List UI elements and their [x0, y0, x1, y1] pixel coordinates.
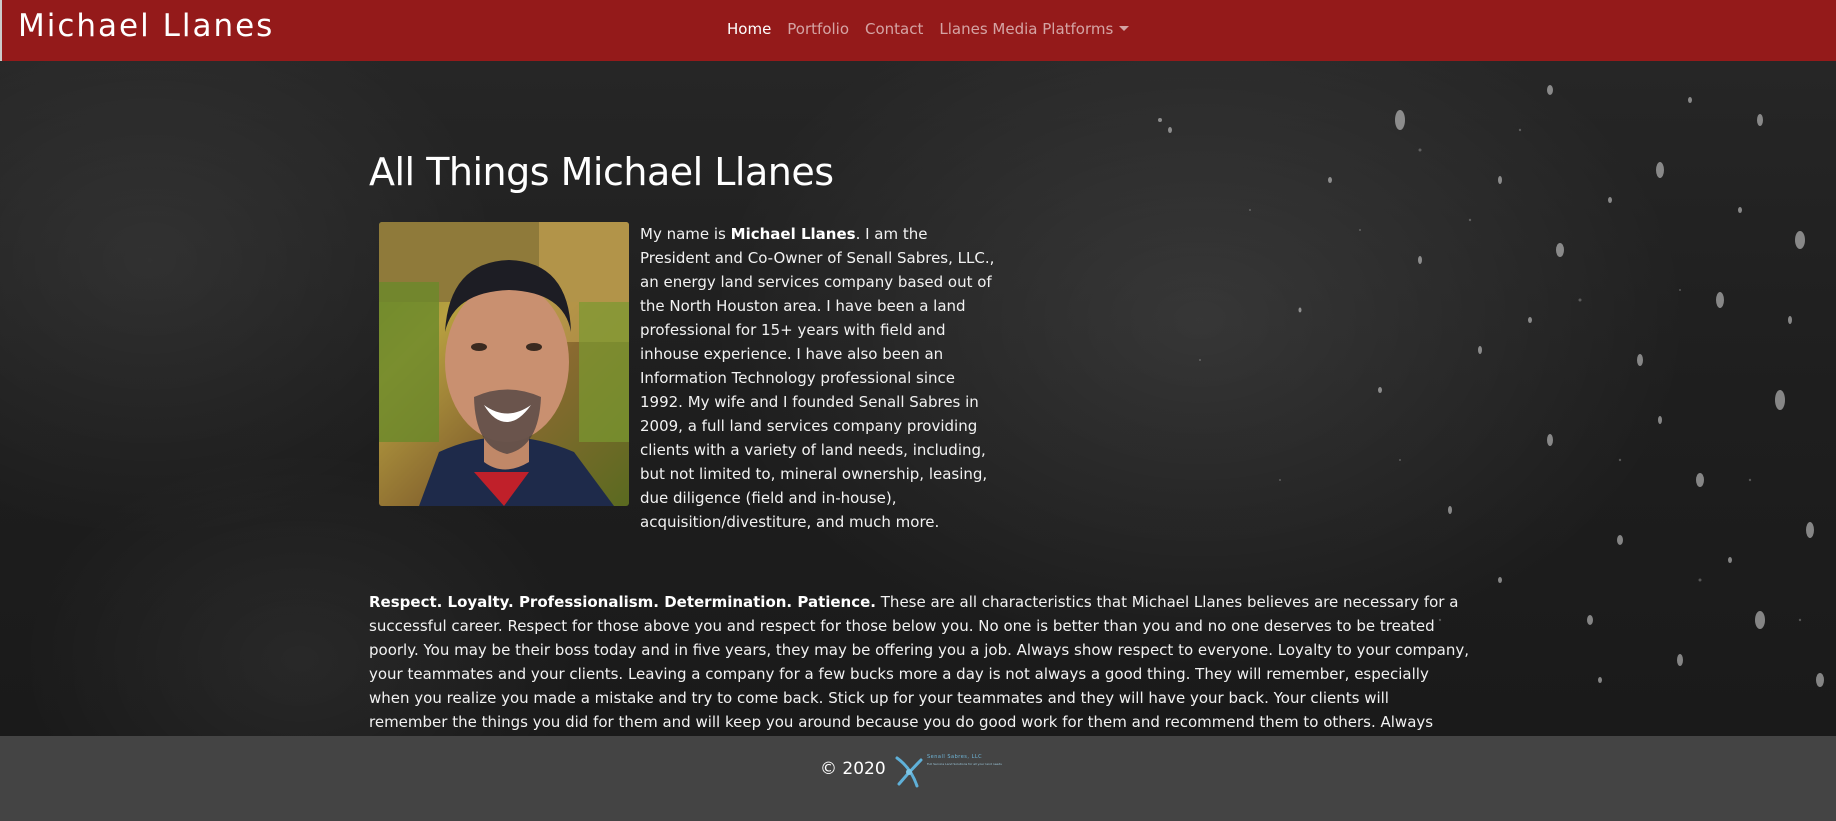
profile-photo [379, 222, 629, 506]
nav-item-portfolio[interactable]: Portfolio [787, 20, 849, 38]
nav-item-media-platforms-dropdown[interactable]: Llanes Media Platforms [939, 20, 1130, 38]
nav-item-home[interactable]: Home [727, 20, 771, 38]
page-title: All Things Michael Llanes [369, 150, 834, 194]
caret-down-icon [1119, 26, 1130, 31]
nav-item-media-platforms-label: Llanes Media Platforms [939, 20, 1114, 38]
senall-sabres-logo[interactable]: Senall Sabres, LLC Full Service Land Sol… [893, 750, 1013, 798]
site-brand[interactable]: Michael Llanes [18, 8, 274, 44]
top-navbar: Michael Llanes Home Portfolio Contact Ll… [0, 0, 1836, 61]
intro-section: My name is Michael Llanes. I am the Pres… [369, 222, 1469, 534]
bio-name: Michael Llanes [730, 225, 856, 243]
bio-text: . I am the President and Co-Owner of Sen… [640, 225, 995, 531]
nav-item-contact[interactable]: Contact [865, 20, 923, 38]
bio-lead: My name is [640, 225, 731, 243]
values-heading: Respect. Loyalty. Professionalism. Deter… [369, 593, 876, 611]
logo-tagline: Full Service Land Solutions for all your… [927, 762, 1002, 766]
bio-paragraph: My name is Michael Llanes. I am the Pres… [640, 222, 1000, 534]
logo-name: Senall Sabres, LLC [927, 754, 983, 760]
copyright-text: © 2020 [820, 759, 886, 779]
main-nav: Home Portfolio Contact Llanes Media Plat… [727, 20, 1145, 38]
footer: © 2020 Senall Sabres, LLC Full Service L… [0, 736, 1836, 821]
main-content: All Things Michael Llanes My name is Mic… [369, 150, 1469, 782]
